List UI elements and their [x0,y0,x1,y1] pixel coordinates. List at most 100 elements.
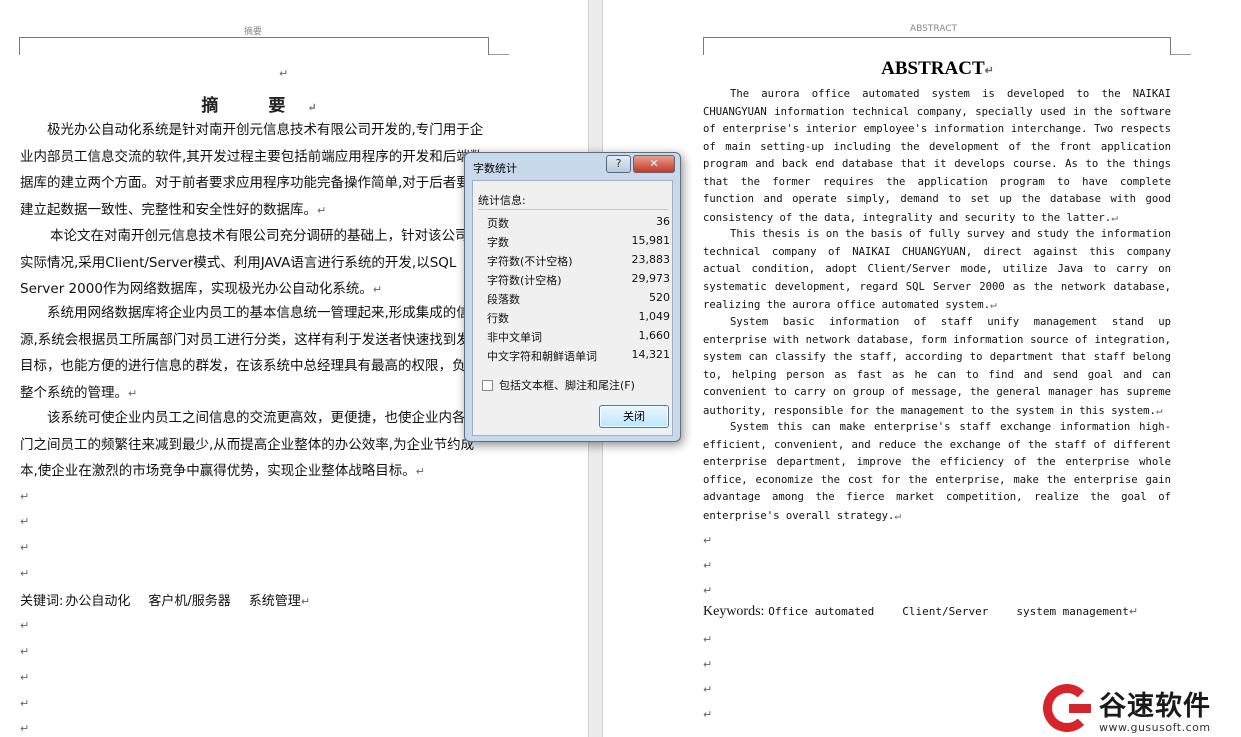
abstract-paragraph-4[interactable]: System this can make enterprise's staff … [703,419,1171,525]
page-header-label: ABSTRACT [910,24,958,34]
stat-value: 1,660 [638,329,671,342]
keywords-label: 关键词: [20,594,64,609]
empty-paragraph-mark: ↵ [703,584,713,597]
paragraph-text: The aurora office automated system is de… [703,88,1171,224]
dialog-content: 统计信息: 页数 36 字数 15,981 字符数(不计空格) 23,883 字符数(… [472,180,673,436]
abstract-paragraph-3[interactable]: 系统用网络数据库将企业内员工的基本信息统一管理起来,形成集成的信息源,系统会根据… [20,300,490,407]
page-title[interactable]: 摘 要↵ [0,91,540,116]
stat-row-characters-with-spaces: 字符数(计空格) 29,973 [487,272,670,291]
stat-label: 页数 [487,217,509,230]
paragraph-mark: ↵ [894,508,901,522]
stat-row-non-asian-words: 非中文单词 1,660 [487,329,670,348]
abstract-paragraph-3[interactable]: System basic information of staff unify … [703,314,1171,420]
stat-value: 520 [649,291,670,304]
empty-paragraph-mark: ↵ [703,708,713,721]
empty-paragraph-mark: ↵ [703,633,713,646]
page-header-label: 摘要 [244,27,263,37]
stat-label: 非中文单词 [487,331,542,344]
checkbox-label: 包括文本框、脚注和尾注(F) [499,379,635,392]
paragraph-mark: ↵ [1155,403,1163,417]
logo-url: www.gususoft.com [1099,721,1211,734]
title-text: ABSTRACT [881,58,985,79]
empty-paragraph-mark: ↵ [20,671,30,684]
stat-value: 14,321 [631,348,671,361]
paragraph-mark: ↵ [300,595,311,608]
document-page-english-abstract: ABSTRACT ABSTRACT↵ The aurora office aut… [604,0,1241,737]
stat-value: 1,049 [638,310,671,323]
section-divider [478,209,668,210]
stat-row-characters-no-spaces: 字符数(不计空格) 23,883 [487,253,670,272]
paragraph-mark: ↵ [415,465,426,479]
paragraph-mark: ↵ [1128,605,1139,618]
stat-label: 字符数(计空格) [487,274,562,287]
stat-label: 中文字符和朝鲜语单词 [487,350,597,363]
paragraph-mark: ↵ [990,298,997,311]
empty-paragraph-mark: ↵ [20,619,30,632]
abstract-paragraph-2[interactable]: 本论文在对南开创元信息技术有限公司充分调研的基础上，针对该公司的实际情况,采用C… [20,223,490,304]
checkbox-box[interactable] [482,379,493,391]
empty-paragraph-mark: ↵ [20,722,30,735]
abstract-paragraph-2[interactable]: This thesis is on the basis of fully sur… [703,226,1171,315]
stat-value: 29,973 [631,272,671,285]
header-border-tail [489,54,509,55]
header-border [19,37,489,55]
empty-paragraph-mark: ↵ [703,658,713,671]
paragraph-mark: ↵ [307,101,339,114]
paragraph-text: 本论文在对南开创元信息技术有限公司充分调研的基础上，针对该公司的实际情况,采用C… [20,228,482,298]
stat-row-lines: 行数 1,049 [487,310,670,329]
stat-row-words: 字数 15,981 [487,234,670,253]
stat-value: 36 [656,215,670,228]
abstract-paragraph-4[interactable]: 该系统可使企业内员工之间信息的交流更高效，更便捷，也使企业内各部门之间员工的频繁… [20,405,490,486]
stat-label: 字符数(不计空格) [487,255,573,268]
keyword: 系统管理 [248,594,301,609]
word-count-dialog[interactable]: 字数统计 ? ✕ 统计信息: 页数 36 字数 15,981 字符数(不计空格) 23… [464,152,681,442]
keyword: 办公自动化 [65,594,131,609]
statistics-section-label: 统计信息: [478,194,526,207]
paragraph-mark: ↵ [1111,210,1118,224]
help-button[interactable]: ? [606,155,631,173]
stat-label: 段落数 [487,293,520,306]
paragraph-mark: ↵ [372,283,383,297]
close-window-button[interactable]: ✕ [633,155,675,173]
stat-row-pages: 页数 36 [487,215,670,234]
keyword: system management [1016,605,1129,618]
empty-paragraph-mark: ↵ [20,567,30,580]
page-title[interactable]: ABSTRACT↵ [604,58,1241,80]
empty-paragraph-mark: ↵ [20,645,30,658]
header-border-tail [1171,54,1191,55]
close-button[interactable]: 关闭 [599,405,669,428]
paragraph-text: 该系统可使企业内员工之间信息的交流更高效，更便捷，也使企业内各部门之间员工的频繁… [20,410,479,480]
logo-text: 谷速软件 [1099,691,1211,722]
empty-paragraph-mark: ↵ [20,697,30,710]
abstract-paragraph-1[interactable]: The aurora office automated system is de… [703,86,1171,227]
paragraph-mark: ↵ [279,67,289,80]
empty-paragraph-mark: ↵ [703,534,713,547]
paragraph-text: This thesis is on the basis of fully sur… [703,228,1171,311]
paragraph-text: 系统用网络数据库将企业内员工的基本信息统一管理起来,形成集成的信息源,系统会根据… [20,305,484,401]
help-icon: ? [615,157,622,170]
stat-row-asian-characters: 中文字符和朝鲜语单词 14,321 [487,348,670,367]
paragraph-mark: ↵ [317,203,327,217]
paragraph-text: System this can make enterprise's staff … [703,421,1171,522]
empty-paragraph-mark: ↵ [20,515,30,528]
paragraph-mark: ↵ [128,386,138,400]
include-textboxes-checkbox[interactable]: 包括文本框、脚注和尾注(F) [482,377,635,393]
paragraph-mark: ↵ [984,65,994,77]
keyword: Office automated [768,605,875,618]
keywords-label: Keywords: [703,604,765,619]
watermark-logo: 谷速软件 www.gususoft.com [1043,684,1241,737]
keywords-line[interactable]: 关键词: 办公自动化 客户机/服务器 系统管理↵ [20,590,328,609]
abstract-paragraph-1[interactable]: 极光办公自动化系统是针对南开创元信息技术有限公司开发的,专门用于企业内部员工信息… [20,117,490,224]
empty-paragraph-mark: ↵ [20,541,30,554]
title-text: 摘 要 [201,96,308,116]
header-border [703,37,1171,55]
paragraph-text: System basic information of staff unify … [703,316,1171,417]
logo-g-bar [1069,704,1091,713]
empty-paragraph-mark: ↵ [703,559,713,572]
stat-value: 15,981 [631,234,671,247]
stat-row-paragraphs: 段落数 520 [487,291,670,310]
stat-label: 行数 [487,312,509,325]
keyword: Client/Server [902,605,989,618]
keywords-line[interactable]: Keywords: Office automated Client/Server s… [703,604,1138,620]
empty-paragraph-mark: ↵ [20,490,30,503]
